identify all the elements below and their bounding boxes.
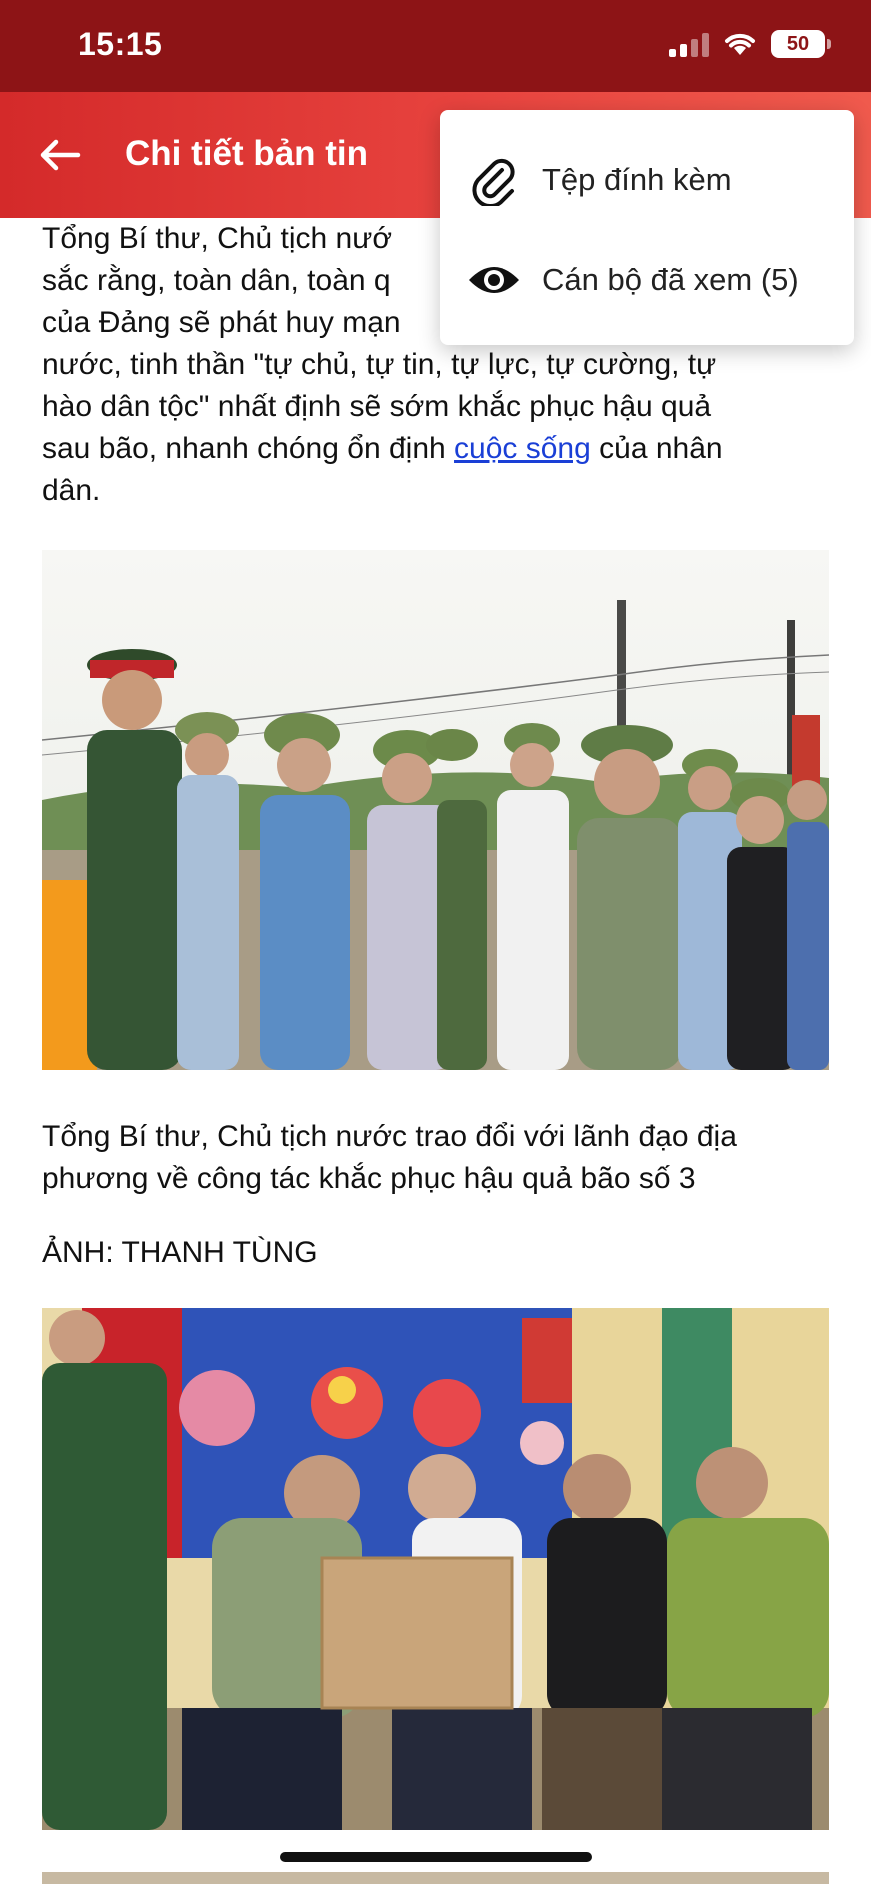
wifi-icon bbox=[725, 33, 755, 55]
photo-illustration bbox=[42, 1308, 829, 1830]
battery-icon: 50 bbox=[771, 30, 831, 58]
paragraph-line: nước, tinh thần "tự chủ, tự tin, tự lực,… bbox=[42, 348, 717, 381]
cellular-signal-icon bbox=[669, 31, 709, 57]
paragraph-text: của nhân bbox=[590, 432, 723, 465]
photo-illustration bbox=[42, 550, 829, 1070]
paperclip-icon bbox=[466, 152, 522, 208]
article-photo-1 bbox=[42, 550, 829, 1070]
paragraph-line: dân. bbox=[42, 474, 101, 507]
status-icons: 50 bbox=[669, 30, 831, 58]
menu-item-label: Tệp đính kèm bbox=[542, 162, 732, 197]
article-photo-2 bbox=[42, 1308, 829, 1830]
caption-line: Tổng Bí thư, Chủ tịch nước trao đổi với … bbox=[42, 1120, 737, 1153]
paragraph-line: hào dân tộc" nhất định sẽ sớm khắc phục … bbox=[42, 390, 712, 423]
arrow-left-icon bbox=[40, 139, 81, 171]
home-indicator[interactable] bbox=[280, 1852, 592, 1862]
article-photo-3-edge bbox=[42, 1872, 829, 1884]
cuoc-song-link[interactable]: cuộc sống bbox=[454, 432, 591, 465]
paragraph-text: sau bão, nhanh chóng ổn định bbox=[42, 432, 446, 465]
paragraph-line: sau bão, nhanh chóng ổn định cuộc sống c… bbox=[42, 428, 832, 470]
status-time: 15:15 bbox=[78, 26, 163, 62]
menu-item-label: Cán bộ đã xem (5) bbox=[542, 262, 799, 297]
eye-icon bbox=[466, 252, 522, 308]
status-bar: 15:15 50 bbox=[0, 0, 871, 92]
back-button[interactable] bbox=[30, 125, 90, 185]
page-title: Chi tiết bản tin bbox=[125, 134, 369, 173]
overflow-menu: Tệp đính kèm Cán bộ đã xem (5) bbox=[440, 110, 854, 345]
caption-line: phương về công tác khắc phục hậu quả bão… bbox=[42, 1162, 696, 1195]
menu-item-viewers[interactable]: Cán bộ đã xem (5) bbox=[440, 230, 854, 330]
photo-caption: Tổng Bí thư, Chủ tịch nước trao đổi với … bbox=[42, 1116, 842, 1200]
menu-item-attachments[interactable]: Tệp đính kèm bbox=[440, 130, 854, 230]
photo-credit: ẢNH: THANH TÙNG bbox=[42, 1236, 318, 1269]
